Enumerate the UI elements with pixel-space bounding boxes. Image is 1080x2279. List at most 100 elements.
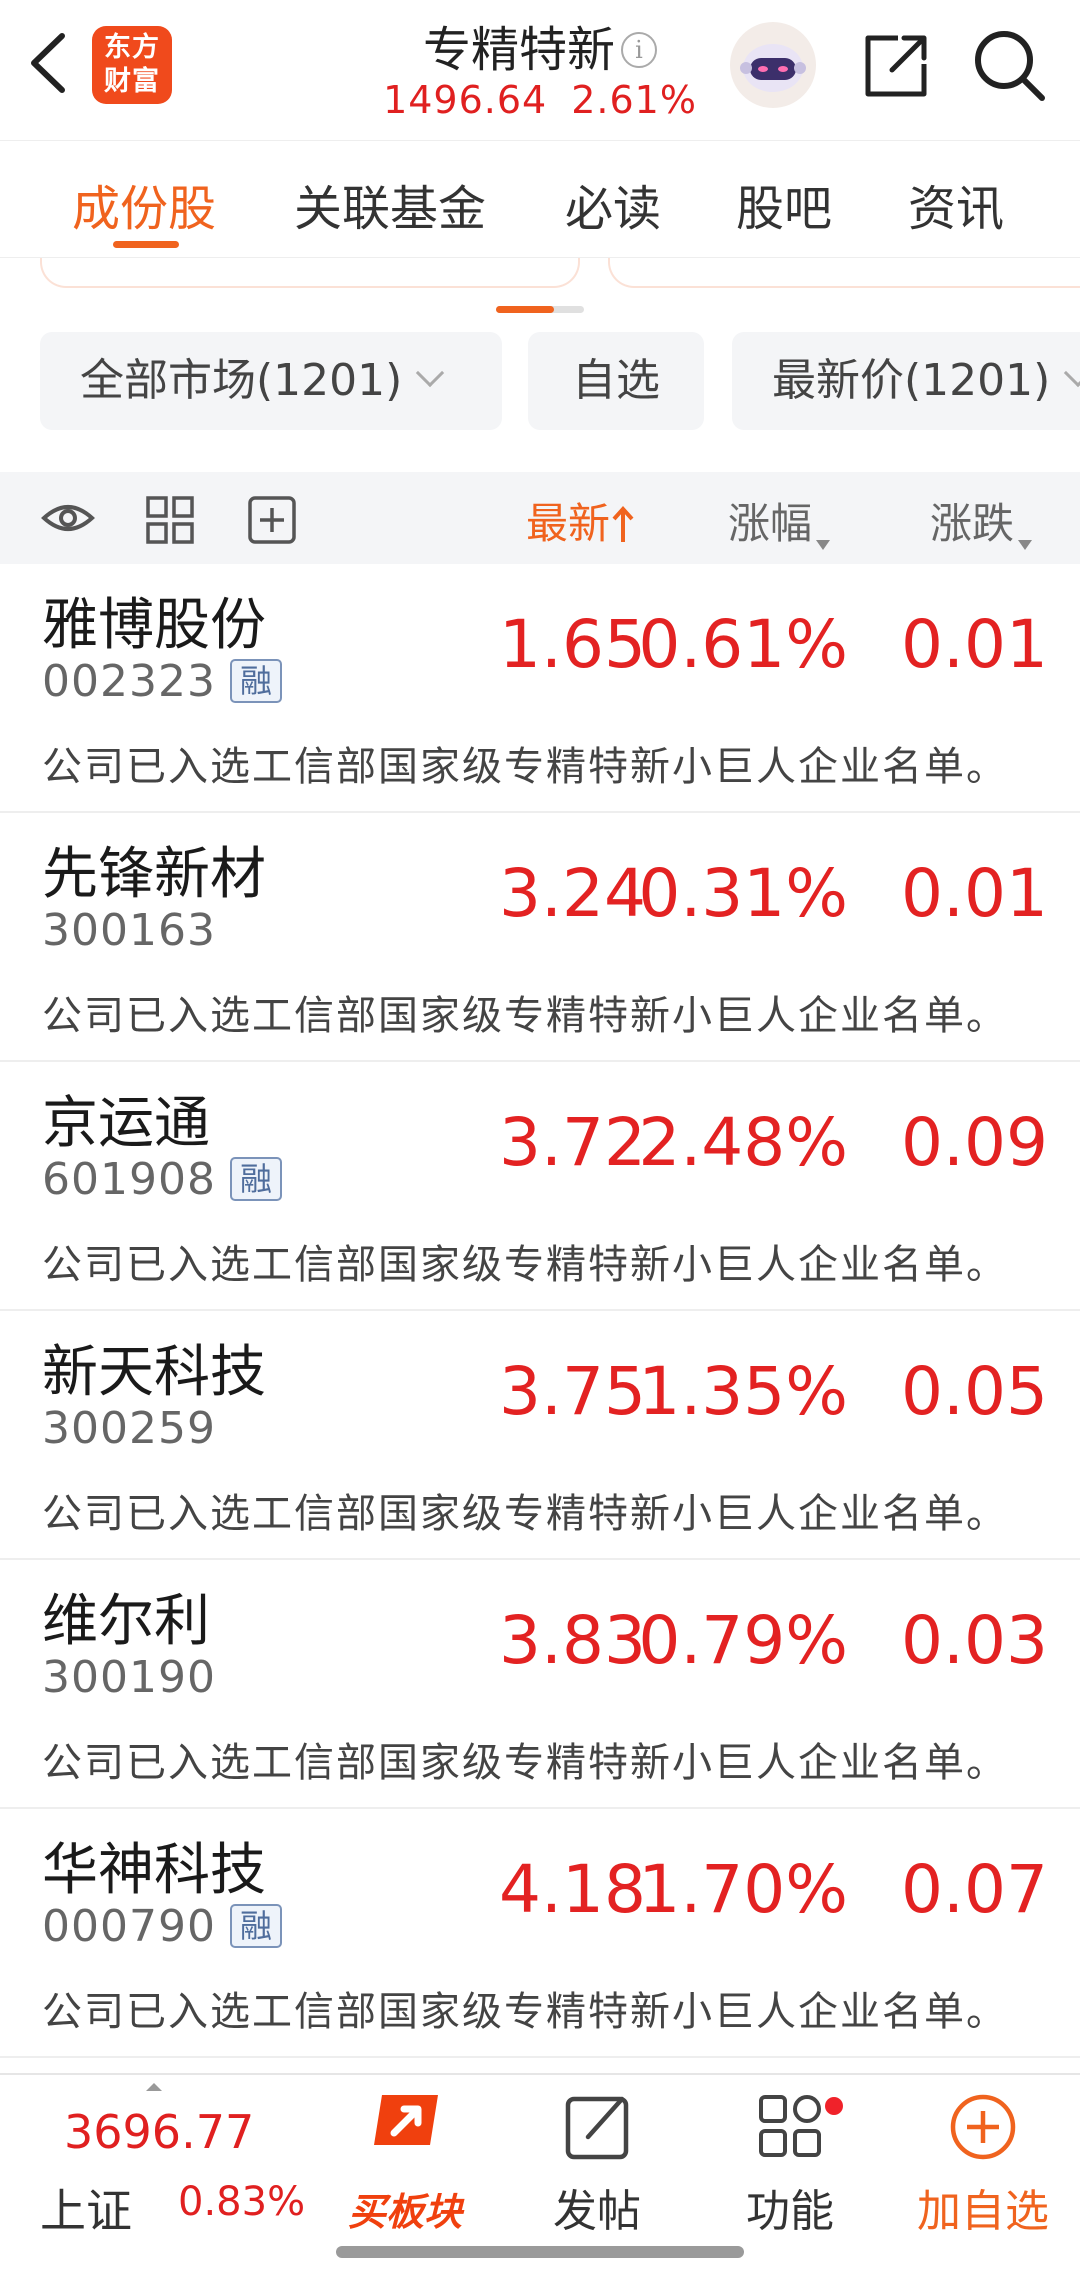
stock-pct: 1.35%	[638, 1353, 848, 1430]
watchlist-filter-button[interactable]: 自选	[528, 332, 704, 430]
column-pct-sort[interactable]: 涨幅	[728, 490, 831, 551]
stock-list: 雅博股份 002323 融 1.65 0.61% 0.01 公司已入选工信部国家级…	[0, 564, 1080, 2058]
add-box-icon[interactable]	[246, 494, 298, 544]
stock-name: 新天科技	[42, 1340, 266, 1405]
notification-dot	[825, 2097, 843, 2115]
stock-pct: 0.79%	[638, 1602, 848, 1679]
info-icon[interactable]: i	[621, 32, 657, 68]
column-change-sort[interactable]: 涨跌	[930, 490, 1033, 551]
stock-code: 300190	[42, 1652, 216, 1703]
post-button[interactable]: 发帖	[522, 2089, 672, 2239]
watchlist-filter-label: 自选	[572, 355, 660, 406]
stock-code-line: 300163	[42, 905, 216, 956]
margin-badge: 融	[229, 1157, 282, 1201]
post-label: 发帖	[553, 2186, 641, 2237]
functions-label: 功能	[746, 2186, 834, 2237]
eye-icon[interactable]	[40, 494, 95, 542]
stock-code-line: 002323 融	[42, 656, 282, 707]
sector-index-pct: 2.61%	[571, 78, 697, 122]
active-tab-underline	[113, 241, 179, 248]
stock-pct: 0.31%	[638, 855, 848, 932]
tab-constituents[interactable]: 成份股	[72, 169, 216, 239]
page-title: 专精特新	[422, 22, 615, 78]
back-arrow-icon[interactable]	[20, 28, 80, 98]
stock-price: 3.24	[499, 855, 646, 932]
stock-row[interactable]: 新天科技 300259 3.75 1.35% 0.05 公司已入选工信部国家级专…	[0, 1311, 1080, 1560]
stock-code-line: 000790 融	[42, 1901, 282, 1952]
market-filter-label: 全部市场(1201)	[80, 355, 403, 406]
stock-row[interactable]: 雅博股份 002323 融 1.65 0.61% 0.01 公司已入选工信部国家级…	[0, 564, 1080, 813]
share-icon[interactable]	[858, 28, 934, 104]
chevron-down-icon	[1064, 358, 1080, 388]
sort-filter-label: 最新价(1201)	[772, 355, 1051, 406]
margin-badge: 融	[229, 659, 282, 703]
stock-change: 0.07	[901, 1851, 1048, 1928]
stock-pct: 1.70%	[638, 1851, 848, 1928]
stock-change: 0.09	[901, 1104, 1048, 1181]
stock-row[interactable]: 华神科技 000790 融 4.18 1.70% 0.07 公司已入选工信部国家级…	[0, 1809, 1080, 2058]
assistant-robot-icon[interactable]	[730, 22, 816, 108]
stock-price: 4.18	[499, 1851, 646, 1928]
stock-description: 公司已入选工信部国家级专精特新小巨人企业名单。	[42, 1989, 1008, 2035]
sort-triangle-icon	[1018, 540, 1033, 550]
edit-icon	[552, 2089, 642, 2167]
stock-change: 0.01	[901, 606, 1048, 683]
carousel-indicator	[496, 306, 584, 313]
stock-description: 公司已入选工信部国家级专精特新小巨人企业名单。	[42, 993, 1008, 1039]
stock-name: 先锋新材	[42, 842, 266, 907]
grid-view-icon[interactable]	[144, 494, 196, 544]
column-header: 最新 涨幅 涨跌	[0, 472, 1080, 564]
stock-pct: 0.61%	[638, 606, 848, 683]
market-filter-dropdown[interactable]: 全部市场(1201)	[40, 332, 502, 430]
buy-block-icon	[360, 2089, 450, 2167]
stock-description: 公司已入选工信部国家级专精特新小巨人企业名单。	[42, 1491, 1008, 1537]
caret-up-icon	[146, 2083, 162, 2091]
stock-name: 维尔利	[42, 1589, 210, 1654]
stock-code: 300163	[42, 905, 216, 956]
stock-row[interactable]: 京运通 601908 融 3.72 2.48% 0.09 公司已入选工信部国家级专…	[0, 1062, 1080, 1311]
tab-forum[interactable]: 股吧	[736, 169, 832, 239]
search-icon[interactable]	[970, 24, 1050, 104]
tab-news[interactable]: 资讯	[908, 169, 1004, 239]
add-watchlist-label: 加自选	[917, 2186, 1049, 2237]
column-change-label: 涨跌	[930, 499, 1015, 548]
market-index-value: 3696.77	[64, 2105, 255, 2159]
stock-price: 1.65	[499, 606, 646, 683]
tab-bar: 成份股 关联基金 必读 股吧 资讯	[0, 140, 1080, 258]
functions-button[interactable]: 功能	[715, 2089, 865, 2239]
stock-code: 300259	[42, 1403, 216, 1454]
sort-filter-dropdown[interactable]: 最新价(1201)	[732, 332, 1080, 430]
stock-description: 公司已入选工信部国家级专精特新小巨人企业名单。	[42, 1242, 1008, 1288]
stock-price: 3.83	[499, 1602, 646, 1679]
stock-change: 0.05	[901, 1353, 1048, 1430]
buy-block-button[interactable]: 买板块	[330, 2089, 480, 2236]
stock-code-line: 601908 融	[42, 1154, 282, 1205]
margin-badge: 融	[229, 1904, 282, 1948]
arrow-up-icon	[612, 506, 634, 542]
sector-index-value: 1496.64	[383, 78, 548, 122]
stock-code: 601908	[42, 1154, 216, 1205]
stock-description: 公司已入选工信部国家级专精特新小巨人企业名单。	[42, 1740, 1008, 1786]
market-index-name: 上证	[40, 2184, 132, 2238]
sort-triangle-icon	[816, 540, 831, 550]
market-index-pct: 0.83%	[178, 2179, 306, 2225]
sector-index-quote: 1496.64 2.61%	[360, 78, 720, 122]
top-header: 东方 财富 专精特新 i 1496.64 2.61%	[0, 0, 1080, 140]
tab-related-funds[interactable]: 关联基金	[294, 169, 486, 239]
stock-pct: 2.48%	[638, 1104, 848, 1181]
column-latest-label: 最新	[526, 499, 611, 548]
carousel-card[interactable]	[608, 258, 1080, 288]
stock-name: 京运通	[42, 1091, 210, 1156]
home-indicator[interactable]	[336, 2246, 744, 2258]
column-pct-label: 涨幅	[728, 499, 813, 548]
carousel-card[interactable]	[40, 258, 580, 288]
buy-block-label: 买板块	[347, 2190, 462, 2234]
add-watchlist-button[interactable]: 加自选	[908, 2089, 1058, 2239]
stock-code-line: 300259	[42, 1403, 216, 1454]
stock-change: 0.03	[901, 1602, 1048, 1679]
tab-must-read[interactable]: 必读	[565, 169, 661, 239]
stock-row[interactable]: 先锋新材 300163 3.24 0.31% 0.01 公司已入选工信部国家级专…	[0, 813, 1080, 1062]
stock-row[interactable]: 维尔利 300190 3.83 0.79% 0.03 公司已入选工信部国家级专精…	[0, 1560, 1080, 1809]
stock-description: 公司已入选工信部国家级专精特新小巨人企业名单。	[42, 744, 1008, 790]
column-latest-sort[interactable]: 最新	[526, 490, 636, 551]
